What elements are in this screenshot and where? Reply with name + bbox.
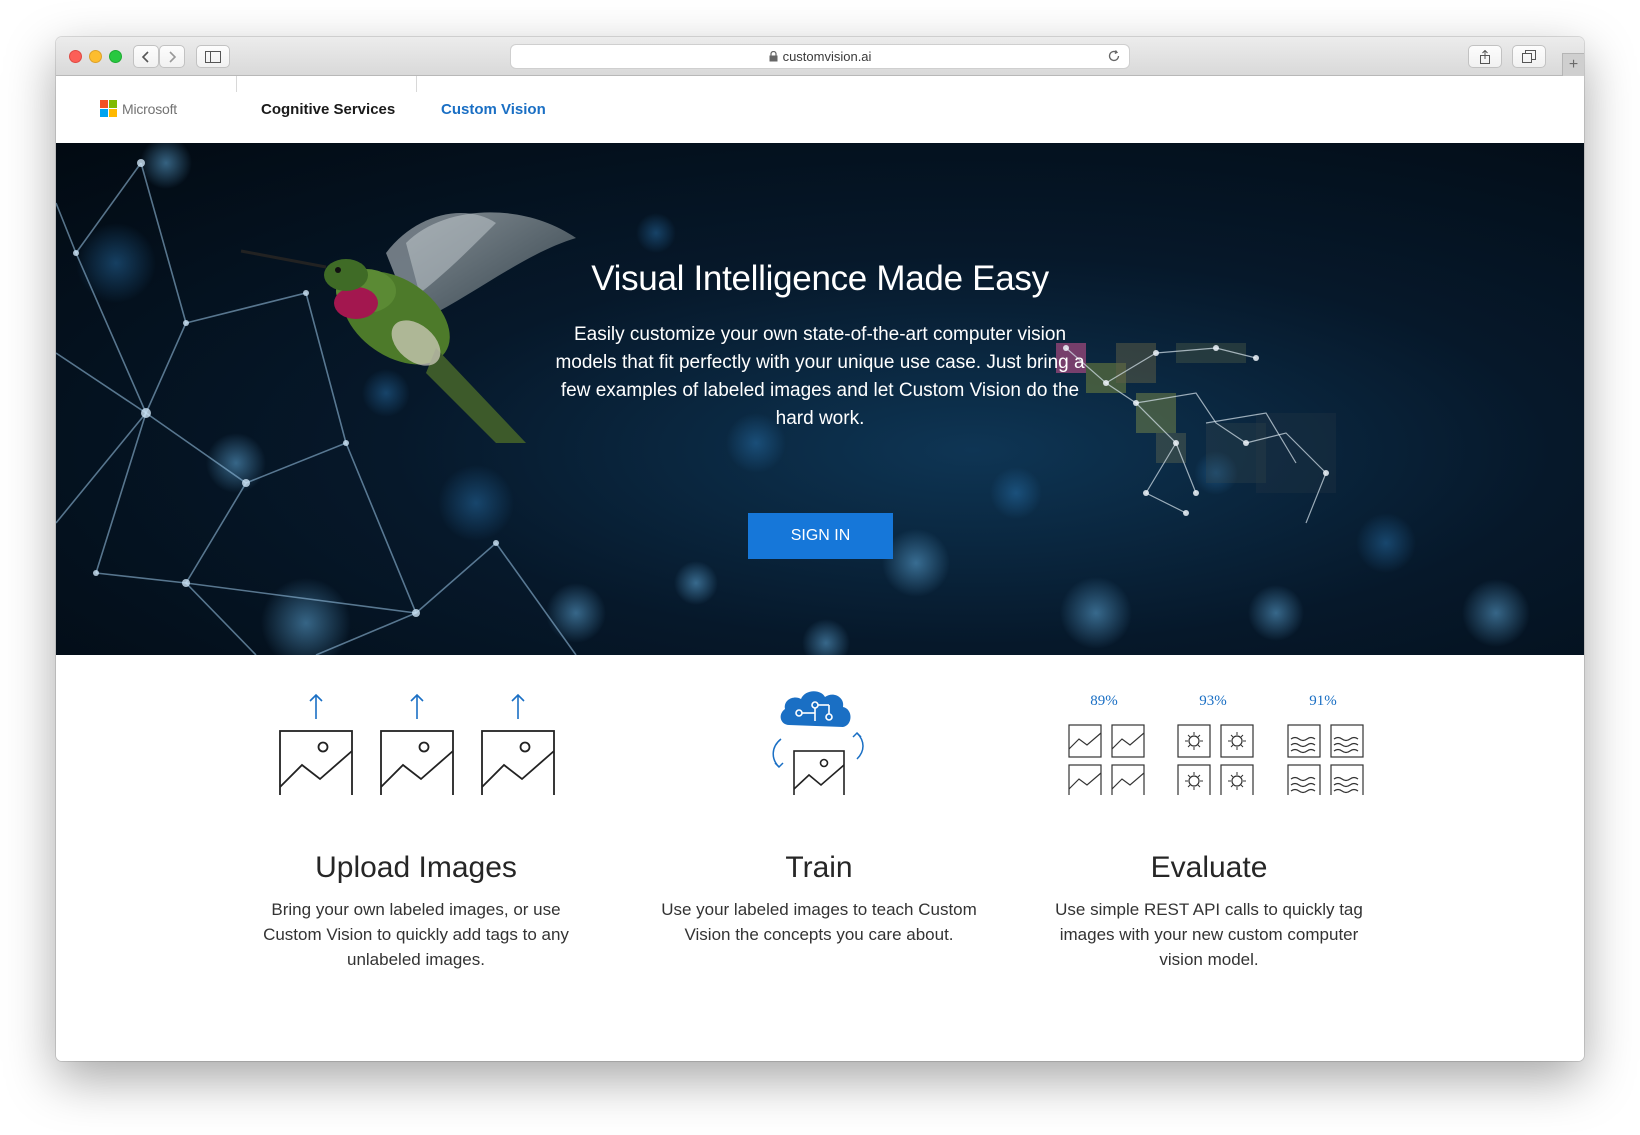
browser-toolbar: customvision.ai + — [56, 37, 1584, 76]
brand-name: Microsoft — [122, 100, 177, 117]
train-brain-icon — [772, 691, 864, 795]
nav-divider — [416, 76, 417, 92]
browser-window: customvision.ai + Microsoft Cognitive Se… — [56, 37, 1584, 1061]
hero-banner: Visual Intelligence Made Easy Easily cus… — [56, 143, 1584, 655]
hero-title: Visual Intelligence Made Easy — [591, 259, 1049, 298]
upload-images-icon — [279, 693, 555, 795]
feature-description: Use your labeled images to teach Custom … — [661, 900, 977, 944]
tabs-icon — [1522, 50, 1536, 63]
share-icon — [1480, 49, 1490, 64]
tab-overview-button[interactable] — [1512, 45, 1546, 68]
nav-link-cognitive-services[interactable]: Cognitive Services — [261, 101, 395, 118]
feature-description: Bring your own labeled images, or use Cu… — [263, 900, 569, 969]
minimize-window-button[interactable] — [89, 50, 102, 63]
sidebar-icon — [205, 50, 221, 63]
hummingbird-illustration — [240, 212, 576, 443]
feature-title: Evaluate — [1150, 851, 1268, 884]
forward-button[interactable] — [159, 45, 185, 68]
sun-rays — [1185, 732, 1246, 790]
windows-logo-icon — [100, 100, 117, 117]
url-text: customvision.ai — [782, 49, 872, 64]
new-tab-button[interactable]: + — [1562, 53, 1584, 76]
zoom-window-button[interactable] — [109, 50, 122, 63]
microsoft-logo[interactable]: Microsoft — [100, 100, 177, 117]
back-button[interactable] — [133, 45, 159, 68]
score-label: 93% — [1199, 693, 1227, 709]
plus-icon: + — [1568, 56, 1579, 73]
features-section: Upload Images Bring your own labeled ima… — [56, 655, 1584, 1061]
share-button[interactable] — [1468, 45, 1502, 68]
sidebar-toggle-button[interactable] — [196, 45, 230, 68]
site-header: Microsoft Cognitive Services Custom Visi… — [56, 76, 1584, 143]
feature-description: Use simple REST API calls to quickly tag… — [1055, 900, 1363, 969]
reload-icon[interactable] — [1107, 49, 1121, 66]
feature-title: Upload Images — [315, 851, 517, 884]
feature-title: Train — [785, 851, 853, 884]
sign-in-button[interactable]: SIGN IN — [748, 513, 893, 559]
nav-divider — [236, 76, 237, 92]
chevron-left-icon — [141, 50, 149, 63]
score-label: 91% — [1309, 693, 1337, 709]
address-bar[interactable]: customvision.ai — [510, 44, 1130, 69]
chevron-right-icon — [169, 50, 177, 63]
hero-subtitle: Easily customize your own state-of-the-a… — [555, 324, 1085, 429]
nav-link-custom-vision[interactable]: Custom Vision — [441, 101, 546, 118]
score-label: 89% — [1090, 693, 1118, 709]
evaluate-icon: 89% 93% 91% — [1068, 693, 1364, 795]
lock-icon — [769, 51, 778, 62]
close-window-button[interactable] — [69, 50, 82, 63]
